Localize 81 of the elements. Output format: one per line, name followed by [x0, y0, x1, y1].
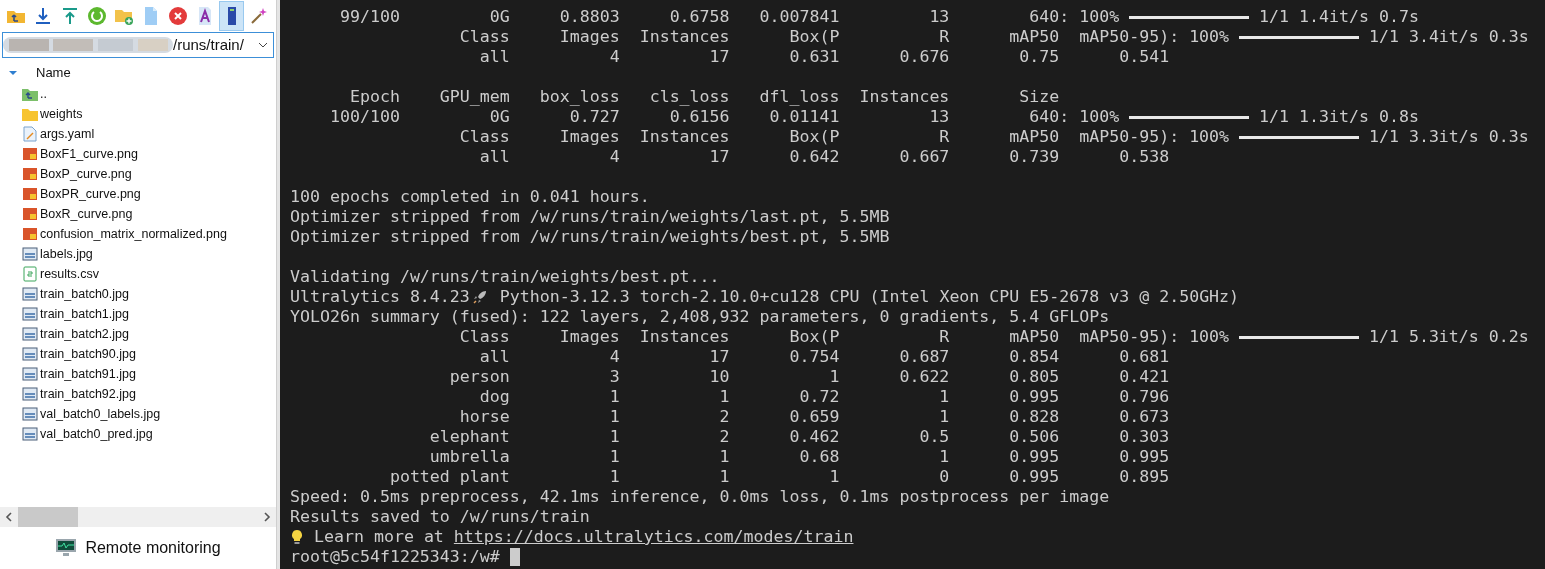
- file-item[interactable]: BoxPR_curve.png: [22, 184, 276, 204]
- image-file-icon: [22, 406, 38, 422]
- folder-up-icon: [22, 86, 38, 102]
- toolbar-button[interactable]: [219, 1, 244, 31]
- folder-icon: [22, 106, 38, 122]
- spreadsheet-file-icon: [22, 266, 38, 282]
- image-file-icon: [22, 186, 38, 202]
- terminal-line: Optimizer stripped from /w/runs/train/weights/last.pt, 5.5MB: [290, 207, 890, 227]
- file-item[interactable]: args.yaml: [22, 124, 276, 144]
- terminal-line: all 4 17 0.631 0.676 0.75 0.541: [478, 47, 1170, 67]
- delete-icon: [167, 6, 188, 26]
- refresh-icon: [86, 6, 107, 26]
- image-file-icon: [22, 146, 38, 162]
- rocket-icon: [471, 289, 488, 305]
- terminal-line: Results saved to /w/runs/train: [290, 507, 590, 527]
- image-file-icon: [22, 306, 38, 322]
- progress-stats: 1/1 1.3it/s 0.8s: [1259, 107, 1419, 127]
- file-item[interactable]: results.csv: [22, 264, 276, 284]
- path-field[interactable]: /runs/train/: [2, 32, 274, 58]
- scrollbar-thumb[interactable]: [18, 507, 78, 527]
- column-header[interactable]: Name: [36, 63, 71, 83]
- terminal-line: umbrella 1 1 0.68 1 0.995 0.995: [428, 447, 1170, 467]
- image-file-icon: [22, 166, 38, 182]
- terminal-line: 100/100 0G 0.727 0.6156 0.01141 13 640: 100%: [328, 107, 1120, 127]
- text-file-icon: [22, 126, 38, 142]
- file-item[interactable]: BoxR_curve.png: [22, 204, 276, 224]
- terminal-line: 99/100 0G 0.8803 0.6758 0.007841 13 640: 100%: [338, 7, 1120, 27]
- shell-prompt: root@5c54f1225343:/w#: [290, 547, 500, 567]
- image-file-icon: [22, 426, 38, 442]
- file-item[interactable]: val_batch0_labels.jpg: [22, 404, 276, 424]
- progress-stats: 1/1 3.4it/s 0.3s: [1368, 27, 1529, 47]
- terminal-line: Epoch GPU_mem box_loss cls_loss dfl_loss Instances Size: [348, 87, 1060, 107]
- terminal-line: horse 1 2 0.659 1 0.828 0.673: [458, 407, 1170, 427]
- terminal-line: dog 1 1 0.72 1 0.995 0.796: [478, 387, 1170, 407]
- terminal-line: Class Images Instances Box(P R mAP50 mAP50-95): 100%: [458, 327, 1230, 347]
- file-item[interactable]: val_batch0_pred.jpg: [22, 424, 276, 444]
- horizontal-scrollbar[interactable]: [0, 507, 276, 527]
- file-item[interactable]: train_batch0.jpg: [22, 284, 276, 304]
- file-item[interactable]: train_batch91.jpg: [22, 364, 276, 384]
- progress-stats: 1/1 1.4it/s 0.7s: [1259, 7, 1419, 27]
- terminal-line: all 4 17 0.754 0.687 0.854 0.681: [478, 347, 1170, 367]
- terminal-line: 100 epochs completed in 0.041 hours.: [290, 187, 650, 207]
- monitor-icon: [55, 538, 78, 558]
- remote-monitoring-button[interactable]: Remote monitoring: [85, 536, 221, 560]
- file-item[interactable]: train_batch92.jpg: [22, 384, 276, 404]
- file-item[interactable]: ..: [22, 84, 276, 104]
- terminal-line: Python-3.12.3 torch-2.10.0+cu128 CPU (Intel Xeon CPU E5-2678 v3 @ 2.50GHz): [499, 287, 1240, 307]
- terminal-line: elephant 1 2 0.462 0.5 0.506 0.303: [428, 427, 1170, 447]
- image-file-icon: [22, 226, 38, 242]
- progress-stats: 1/1 5.3it/s 0.2s: [1368, 327, 1529, 347]
- file-item[interactable]: train_batch1.jpg: [22, 304, 276, 324]
- expanded-arrow-icon[interactable]: [8, 68, 18, 78]
- terminal-line: potted plant 1 1 1 0 0.995 0.895: [388, 467, 1170, 487]
- image-file-icon: [22, 386, 38, 402]
- progress-stats: 1/1 3.3it/s 0.3s: [1368, 127, 1529, 147]
- image-file-icon: [22, 286, 38, 302]
- image-file-icon: [22, 326, 38, 342]
- terminal-line: Optimizer stripped from /w/runs/train/weights/best.pt, 5.5MB: [290, 227, 890, 247]
- file-item[interactable]: train_batch90.jpg: [22, 344, 276, 364]
- terminal-line: Learn more at: [314, 527, 444, 547]
- file-item[interactable]: train_batch2.jpg: [22, 324, 276, 344]
- file-item[interactable]: BoxP_curve.png: [22, 164, 276, 184]
- terminal-line: Class Images Instances Box(P R mAP50 mAP50-95): 100%: [458, 127, 1230, 147]
- image-file-icon: [22, 206, 38, 222]
- terminal-line: Validating /w/runs/train/weights/best.pt...: [290, 267, 720, 287]
- file-item[interactable]: weights: [22, 104, 276, 124]
- lightbulb-icon: [290, 529, 304, 545]
- image-file-icon: [22, 246, 38, 262]
- terminal-line: YOLO26n summary (fused): 122 layers, 2,408,932 parameters, 0 gradients, 5.4 GFLOPs: [290, 307, 1110, 327]
- terminal-line: Speed: 0.5ms preprocess, 42.1ms inference, 0.0ms loss, 0.1ms postprocess per image: [290, 487, 1110, 507]
- image-file-icon: [22, 366, 38, 382]
- terminal-line: person 3 10 1 0.622 0.805 0.421: [448, 367, 1170, 387]
- path-text: /runs/train/: [173, 34, 244, 55]
- docs-link[interactable]: https://docs.ultralytics.com/modes/train: [453, 527, 854, 547]
- terminal-line: Ultralytics 8.4.23: [290, 287, 470, 307]
- file-item[interactable]: BoxF1_curve.png: [22, 144, 276, 164]
- file-item[interactable]: confusion_matrix_normalized.png: [22, 224, 276, 244]
- image-file-icon: [22, 346, 38, 362]
- file-item[interactable]: labels.jpg: [22, 244, 276, 264]
- terminal-line: all 4 17 0.642 0.667 0.739 0.538: [478, 147, 1170, 167]
- terminal-line: Class Images Instances Box(P R mAP50 mAP50-95): 100%: [458, 27, 1230, 47]
